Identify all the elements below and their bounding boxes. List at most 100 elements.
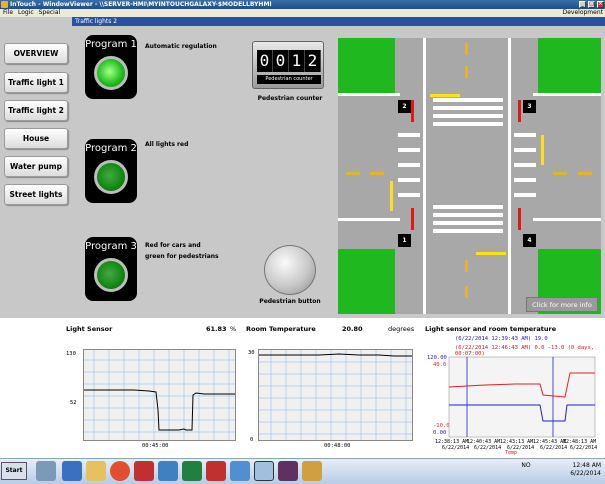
traffic-signal-3[interactable]: 3 (523, 100, 536, 113)
program-2-lamp (94, 160, 128, 194)
crosswalk-stripe (433, 98, 503, 102)
nav-overview-button[interactable]: OVERVIEW (4, 43, 68, 64)
light-sensor-unit: % (230, 325, 237, 333)
light-sensor-chart: Light Sensor 61.83 % 130 52 00:45:00 (66, 325, 238, 453)
crosswalk-stripe (433, 229, 503, 233)
chrome-icon[interactable] (110, 461, 130, 481)
program-3-description-line2: green for pedestrians (145, 253, 219, 260)
clock-date[interactable]: 6/22/2014 (570, 470, 601, 477)
traffic-signal-4[interactable]: 4 (523, 234, 536, 247)
navigation-panel: OVERVIEW Traffic light 1 Traffic light 2… (0, 17, 72, 318)
app-icon[interactable] (302, 461, 322, 481)
program-2-button[interactable]: Program 2 (85, 139, 137, 203)
app-icon[interactable] (230, 461, 250, 481)
lane-marking (578, 172, 592, 175)
x-tick-date: 6/22/2014 (570, 445, 598, 451)
stop-line-red (518, 100, 521, 122)
curb (533, 93, 601, 96)
lane-marking (465, 260, 468, 272)
stop-line-red (411, 208, 414, 230)
window-title: Traffic lights 2 (72, 17, 605, 26)
crosswalk-stripe (398, 148, 420, 152)
nav-traffic-light-2-button[interactable]: Traffic light 2 (4, 100, 68, 121)
system-tray: NO 12:48 AM 6/22/2014 (521, 462, 601, 478)
room-temperature-unit: degrees (388, 325, 415, 333)
language-indicator[interactable]: NO (521, 462, 530, 469)
counter-inner-label: Pedestrian counter (257, 75, 321, 84)
windowviewer-icon[interactable] (254, 461, 274, 481)
room-temperature-plot[interactable] (258, 349, 413, 441)
start-button[interactable]: Start (1, 462, 27, 480)
traffic-signal-1[interactable]: 1 (398, 234, 411, 247)
light-sensor-trend (84, 350, 235, 440)
nav-traffic-light-1-button[interactable]: Traffic light 1 (4, 72, 68, 93)
grass-nw (338, 38, 395, 93)
light-sensor-plot[interactable] (83, 349, 236, 441)
counter-digit: 2 (305, 50, 321, 72)
y-tick-label: 30 (248, 350, 255, 356)
crosswalk-stripe (398, 193, 420, 197)
more-info-button[interactable]: Click for more info (526, 297, 598, 312)
crosswalk-stripe (514, 178, 536, 182)
minimize-button[interactable]: _ (579, 1, 586, 8)
legend-temp: Temp (505, 450, 518, 456)
lane-marking (465, 43, 468, 55)
room-temperature-title: Room Temperature (246, 325, 316, 333)
curb (338, 93, 400, 96)
pedestrian-button[interactable] (264, 245, 316, 295)
server-manager-icon[interactable] (36, 461, 56, 481)
x-tick-label: 00:45:00 (142, 443, 169, 449)
explorer-icon[interactable] (86, 461, 106, 481)
curb (423, 38, 426, 314)
stop-line-yellow (430, 94, 460, 97)
pedestrian-counter-display: 0 0 1 2 Pedestrian counter (252, 41, 324, 89)
room-temperature-line (259, 353, 412, 357)
curb (508, 38, 511, 314)
menu-development[interactable]: Development (563, 9, 603, 17)
maximize-button[interactable]: □ (588, 1, 595, 8)
nav-house-button[interactable]: House (4, 128, 68, 149)
curb (533, 218, 601, 221)
grass-sw (338, 249, 395, 314)
nav-water-pump-button[interactable]: Water pump (4, 156, 68, 177)
menu-file[interactable]: File (3, 9, 13, 16)
nav-street-lights-button[interactable]: Street lights (4, 184, 68, 205)
menu-bar: File Logic Special Development (0, 9, 605, 17)
crosswalk-stripe (433, 213, 503, 217)
app-icon[interactable] (182, 461, 202, 481)
combined-trend-plot[interactable]: (6/22/2014 12:39:43 AM) 19.0 (6/22/2014 … (425, 335, 598, 456)
app-icon[interactable] (134, 461, 154, 481)
close-button[interactable]: × (597, 1, 604, 8)
app-icon[interactable] (278, 461, 298, 481)
grid (84, 350, 235, 440)
clock-time[interactable]: 12:48 AM (573, 462, 601, 469)
grass-ne (538, 38, 601, 93)
app-icon[interactable] (206, 461, 226, 481)
pedestrian-button-caption: Pedestrian button (259, 298, 321, 305)
menu-logic[interactable]: Logic (18, 9, 34, 16)
x-tick-date: 6/22/2014 (474, 445, 502, 451)
program-1-button[interactable]: Program 1 (85, 35, 137, 99)
crosswalk-stripe (398, 163, 420, 167)
program-3-button[interactable]: Program 3 (85, 237, 137, 301)
x-tick-label: 00:48:00 (324, 443, 351, 449)
program-1-description: Automatic regulation (145, 43, 217, 50)
room-temperature-value: 20.80 (342, 325, 363, 333)
app-icon[interactable] (158, 461, 178, 481)
taskbar: Start NO 12:48 AM 6/22/2014 (0, 458, 605, 484)
lane-marking (465, 286, 468, 298)
crosswalk-stripe (433, 205, 503, 209)
traffic-signal-2[interactable]: 2 (398, 100, 411, 113)
crosswalk-stripe (398, 178, 420, 182)
y-tick-label: 130 (66, 351, 76, 357)
crosswalk-stripe (514, 163, 536, 167)
menu-special[interactable]: Special (39, 9, 61, 16)
y-tick-label: 0 (250, 437, 254, 443)
app-icon (1, 1, 8, 8)
intersection-map: 2 3 1 4 Click for more info (338, 38, 601, 314)
plot-area (448, 356, 596, 438)
crosswalk-stripe (433, 122, 503, 126)
combined-trend-lines (448, 356, 596, 438)
crosswalk-stripe (433, 221, 503, 225)
powershell-icon[interactable] (62, 461, 82, 481)
